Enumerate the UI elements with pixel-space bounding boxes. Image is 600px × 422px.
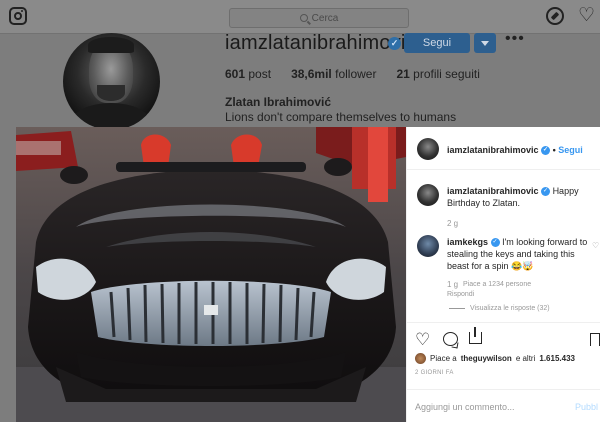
profile-stats: 601 post 38,6mil follower 21 profili seg… bbox=[225, 67, 480, 81]
post-header-line: iamzlatanibrahimovic ✓ • Segui bbox=[447, 145, 583, 156]
post-timestamp: 2 GIORNI FA bbox=[415, 370, 454, 376]
verified-badge-icon: ✓ bbox=[490, 238, 500, 248]
search-input[interactable]: Cerca bbox=[229, 8, 409, 28]
comment-username[interactable]: iamkekgs bbox=[447, 237, 488, 247]
comment-likes-count[interactable]: Piace a 1234 persone bbox=[463, 281, 531, 288]
view-replies-link[interactable]: Visualizza le risposte (32) bbox=[449, 305, 550, 312]
comment-like-heart-icon[interactable]: ♡ bbox=[592, 241, 599, 250]
instagram-icon[interactable] bbox=[9, 7, 27, 25]
reply-button[interactable]: Rispondi bbox=[447, 291, 474, 298]
profile-bio: Lions don't compare themselves to humans bbox=[225, 110, 457, 124]
comment-item: iamkekgs ✓ I'm looking forward to steali… bbox=[447, 236, 597, 272]
posts-stat: 601 post bbox=[225, 67, 272, 81]
post-header: iamzlatanibrahimovic ✓ • Segui bbox=[407, 127, 600, 170]
comment-avatar[interactable] bbox=[417, 235, 439, 257]
more-options-button[interactable]: ••• bbox=[505, 30, 525, 48]
bookmark-icon[interactable] bbox=[590, 333, 600, 346]
following-stat[interactable]: 21 profili seguiti bbox=[396, 67, 479, 81]
comment-time: 1 g bbox=[447, 280, 459, 289]
profile-full-name: Zlatan Ibrahimović bbox=[225, 95, 332, 109]
comment-bubble-icon[interactable] bbox=[443, 332, 458, 346]
comment-avatar[interactable] bbox=[417, 184, 439, 206]
comment-username[interactable]: iamzlatanibrahimovic bbox=[447, 186, 539, 196]
explore-icon[interactable] bbox=[546, 7, 564, 25]
publish-button[interactable]: Pubbl bbox=[575, 402, 598, 412]
car-photo-illustration bbox=[16, 127, 406, 422]
suggestions-dropdown-button[interactable] bbox=[474, 33, 496, 53]
follow-button[interactable]: Segui bbox=[404, 33, 470, 53]
share-icon[interactable] bbox=[469, 327, 482, 344]
verified-badge-icon: ✓ bbox=[541, 146, 551, 156]
verified-badge-icon: ✓ bbox=[541, 187, 551, 197]
comment-time: 2 g bbox=[447, 219, 459, 228]
heart-icon[interactable]: ♡ bbox=[578, 6, 595, 25]
liker-avatar bbox=[415, 353, 426, 364]
likes-summary: Piace a theguywilson e altri 1.615.433 bbox=[415, 353, 575, 364]
search-icon bbox=[299, 14, 308, 22]
profile-avatar[interactable] bbox=[63, 33, 160, 130]
like-heart-icon[interactable]: ♡ bbox=[415, 331, 430, 348]
post-author-username[interactable]: iamzlatanibrahimovic bbox=[447, 145, 539, 155]
add-comment-bar: Aggiungi un commento... Pubbl bbox=[407, 389, 600, 422]
followers-stat[interactable]: 38,6mil follower bbox=[291, 67, 376, 81]
liker-username[interactable]: theguywilson bbox=[461, 354, 512, 363]
header-follow-button[interactable]: Segui bbox=[558, 145, 583, 155]
post-author-avatar[interactable] bbox=[417, 138, 439, 160]
likes-count[interactable]: 1.615.433 bbox=[539, 354, 575, 363]
post-photo[interactable] bbox=[16, 127, 406, 422]
post-side-panel: iamzlatanibrahimovic ✓ • Segui iamzlatan… bbox=[406, 127, 600, 422]
post-actions-bar bbox=[407, 322, 600, 352]
top-navigation-bar: Cerca ♡ bbox=[0, 0, 600, 34]
comment-item: iamzlatanibrahimovic ✓ Happy Birthday to… bbox=[447, 185, 597, 209]
add-comment-input[interactable]: Aggiungi un commento... bbox=[415, 402, 515, 412]
search-placeholder: Cerca bbox=[311, 12, 339, 24]
verified-badge-icon: ✓ bbox=[388, 37, 401, 50]
